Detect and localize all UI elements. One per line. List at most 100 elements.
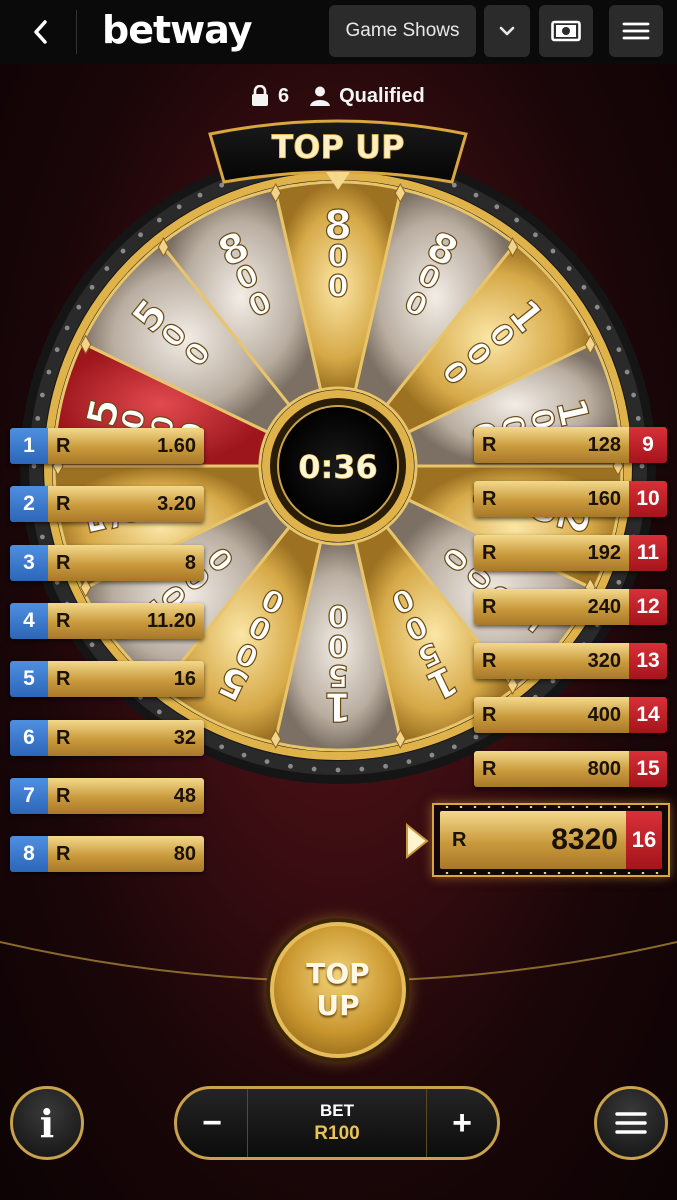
back-button[interactable]	[20, 12, 60, 52]
rim-light	[241, 752, 247, 758]
payout-value: 11.20	[147, 609, 196, 632]
currency: R	[482, 433, 497, 456]
top-up-label-line2: UP	[316, 989, 360, 1022]
payout-value: 800	[587, 757, 621, 780]
currency: R	[482, 541, 497, 564]
bet-control: − BET R100 +	[174, 1086, 500, 1160]
hamburger-icon	[615, 1112, 647, 1134]
decrease-bet-button[interactable]: −	[177, 1089, 247, 1157]
banknote-icon	[551, 20, 581, 42]
category-label: Game Shows	[345, 20, 460, 41]
payout-index: 6	[10, 720, 48, 756]
top-bar: betway Game Shows	[0, 0, 677, 64]
increase-bet-button[interactable]: +	[427, 1089, 497, 1157]
rim-light	[383, 763, 388, 769]
rim-light	[64, 325, 70, 331]
rim-light	[581, 284, 587, 290]
rim-light	[594, 304, 600, 310]
payout-row: 5 R 16	[10, 661, 204, 697]
rim-light	[451, 744, 457, 750]
rim-light	[54, 347, 60, 353]
category-dropdown-button[interactable]	[484, 5, 530, 57]
payout-bar: R 320	[474, 643, 629, 679]
payout-bar: R 1.60	[48, 428, 204, 464]
currency: R	[482, 649, 497, 672]
payout-bar: R 48	[48, 778, 204, 814]
currency: R	[482, 595, 497, 618]
rim-light	[39, 392, 45, 398]
chevron-left-icon	[34, 20, 47, 44]
marquee-lights	[440, 872, 662, 874]
rim-light	[35, 416, 41, 421]
currency: R	[56, 667, 71, 690]
payout-index: 13	[629, 643, 667, 679]
current-payout-row: R 8320 16	[440, 811, 662, 869]
payout-bar: R 16	[48, 661, 204, 697]
segment-digit: 0	[328, 270, 349, 305]
payout-bar: R 800	[474, 751, 629, 787]
payout-index: 12	[629, 589, 667, 625]
top-up-label-line1: TOP	[306, 957, 370, 990]
payout-value: 240	[587, 595, 621, 618]
payout-index: 2	[10, 486, 48, 522]
rim-light	[533, 232, 538, 238]
rim-light	[197, 192, 203, 198]
payout-value: 16	[173, 667, 196, 690]
rim-light	[39, 534, 45, 540]
currency: R	[56, 784, 71, 807]
rim-light	[288, 763, 293, 769]
segment-digit: 0	[328, 598, 349, 633]
currency: R	[56, 551, 71, 574]
payout-value: 320	[587, 649, 621, 672]
payout-value: 8	[184, 551, 196, 574]
rim-light	[616, 579, 622, 585]
payout-index: 1	[10, 428, 48, 464]
game-menu-button[interactable]	[594, 1086, 668, 1160]
payout-row: 8 R 80	[10, 836, 204, 872]
cashier-button[interactable]	[539, 5, 593, 57]
payout-index: 5	[10, 661, 48, 697]
wheel-timer: 0:36	[298, 448, 378, 486]
rim-light	[138, 232, 143, 238]
payout-row: 2 R 3.20	[10, 486, 204, 522]
main-menu-button[interactable]	[609, 5, 663, 57]
payout-index: 7	[10, 778, 48, 814]
rim-light	[473, 734, 479, 740]
rim-light	[494, 204, 500, 210]
payout-index: 14	[629, 697, 667, 733]
rim-light	[406, 759, 412, 765]
payout-value: 1.60	[157, 434, 196, 457]
rim-light	[31, 463, 37, 469]
payout-bar: R8	[48, 545, 204, 581]
payout-index: 9	[629, 427, 667, 463]
payout-index: 8	[10, 836, 48, 872]
bet-label: BET	[320, 1101, 354, 1120]
payout-row: R 128 9	[474, 427, 667, 463]
currency: R	[56, 434, 71, 457]
payout-value: 192	[587, 541, 621, 564]
payout-bar: R 192	[474, 535, 629, 571]
current-level-arrow-icon	[406, 822, 429, 860]
payout-row: R 160 10	[474, 481, 667, 517]
payout-bar: R 8320	[440, 811, 626, 869]
betway-logo[interactable]: betway	[102, 8, 252, 52]
top-up-button[interactable]: TOP UP	[270, 922, 406, 1058]
bet-display: BET R100	[247, 1089, 427, 1157]
category-button[interactable]: Game Shows	[329, 5, 476, 57]
payout-value: 400	[587, 703, 621, 726]
payout-row: R 240 12	[474, 589, 667, 625]
payout-bar: R 11.20	[48, 603, 204, 639]
rim-light	[635, 416, 641, 421]
rim-light	[89, 642, 95, 648]
currency: R	[56, 609, 71, 632]
rim-light	[176, 204, 182, 210]
rim-light	[550, 248, 556, 254]
rim-light	[156, 709, 162, 715]
payout-bar: R 32	[48, 720, 204, 756]
banner-text: TOP UP	[271, 128, 404, 166]
rim-light	[429, 752, 435, 758]
info-button[interactable]: i	[10, 1086, 84, 1160]
payout-bar: R 240	[474, 589, 629, 625]
hamburger-icon	[622, 22, 650, 40]
wheel-banner: TOP UP	[208, 119, 468, 190]
